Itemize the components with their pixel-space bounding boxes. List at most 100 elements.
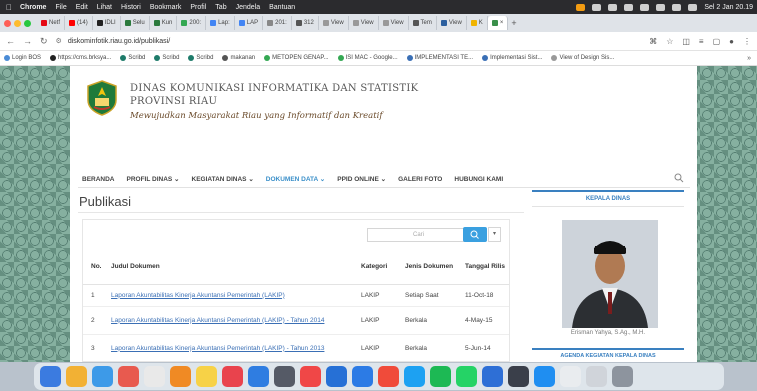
reload-icon[interactable]: ↻ (40, 36, 48, 47)
browser-tab[interactable]: Kun (150, 16, 178, 30)
clock[interactable]: Sel 2 Jan 20.19 (704, 4, 753, 11)
profile-avatar-icon[interactable]: ● (729, 37, 734, 46)
dock-app-icon[interactable] (326, 366, 347, 387)
site-info-icon[interactable]: ⚙ (56, 37, 62, 45)
nav-kegiatan-dinas[interactable]: KEGIATAN DINAS ⌄ (192, 175, 254, 183)
status-icon[interactable] (592, 3, 602, 11)
minimize-window-button[interactable] (14, 19, 21, 27)
status-icon[interactable] (624, 3, 634, 11)
apple-menu-icon[interactable]:  (6, 3, 12, 12)
dock-app-icon[interactable] (196, 366, 217, 387)
chrome-menu-icon[interactable]: ⋮ (743, 37, 751, 46)
bookmark-item[interactable]: Scribd (120, 55, 145, 61)
browser-tab[interactable]: K (467, 16, 488, 30)
table-filter-dropdown[interactable]: ▾ (488, 227, 501, 242)
dock-app-icon[interactable] (40, 366, 61, 387)
browser-tab[interactable]: LAP (235, 16, 264, 30)
dock-app-icon[interactable] (248, 366, 269, 387)
bookmark-item[interactable]: METOPEN GENAP... (264, 55, 329, 61)
menu-help[interactable]: Bantuan (269, 4, 295, 11)
extensions-icon[interactable]: ◫ (682, 37, 690, 46)
browser-tab[interactable]: View (437, 16, 467, 30)
dock-app-icon[interactable] (456, 366, 477, 387)
nav-ppid-online[interactable]: PPID ONLINE ⌄ (337, 175, 386, 183)
url-field[interactable]: diskominfotik.riau.go.id/publikasi/ (68, 38, 170, 45)
browser-tab[interactable]: Lap: (206, 16, 235, 30)
menu-edit[interactable]: Edit (76, 4, 88, 11)
dock-app-icon[interactable] (586, 366, 607, 387)
dock-app-icon[interactable] (118, 366, 139, 387)
dock-app-icon[interactable] (92, 366, 113, 387)
bookmark-item[interactable]: View of Design Sis... (551, 55, 614, 61)
menu-window[interactable]: Jendela (236, 4, 261, 11)
search-icon[interactable] (674, 173, 684, 183)
dock-app-icon[interactable] (352, 366, 373, 387)
reading-list-icon[interactable]: ≡ (699, 37, 704, 46)
menu-history[interactable]: Histori (121, 4, 141, 11)
bookmarks-overflow-button[interactable]: » (747, 55, 751, 62)
status-icon[interactable] (608, 3, 618, 11)
bookmark-item[interactable]: ISI MAC - Google... (337, 55, 398, 61)
dock-app-icon[interactable] (508, 366, 529, 387)
bookmark-item[interactable]: Login BOS (4, 55, 41, 61)
bookmark-item[interactable]: Implementasi Sist... (482, 55, 542, 61)
menu-app-name[interactable]: Chrome (20, 4, 46, 11)
back-arrow-icon[interactable]: ← (6, 36, 15, 46)
new-tab-button[interactable]: + (511, 18, 516, 28)
bookmark-item[interactable]: https://cms.brksya... (50, 55, 111, 61)
bookmark-item[interactable]: makanan (222, 55, 255, 61)
tab-close-icon[interactable]: × (500, 20, 504, 26)
close-window-button[interactable] (4, 19, 11, 27)
dock-app-icon[interactable] (144, 366, 165, 387)
dock-app-icon[interactable] (378, 366, 399, 387)
browser-tab[interactable]: View (379, 16, 409, 30)
col-header-tanggal[interactable]: Tanggal Rilis (461, 250, 509, 285)
browser-tab[interactable]: (14) (65, 16, 93, 30)
menu-file[interactable]: File (55, 4, 66, 11)
col-header-judul[interactable]: Judul Dokumen (107, 250, 357, 285)
browser-tab[interactable]: Tem (409, 16, 437, 30)
browser-tab[interactable]: View (319, 16, 349, 30)
dock-app-icon[interactable] (534, 366, 555, 387)
nav-beranda[interactable]: BERANDA (82, 176, 115, 183)
browser-tab[interactable]: 200: (177, 16, 207, 30)
table-search-input[interactable]: Cari (367, 228, 470, 242)
col-header-no[interactable]: No. (83, 250, 107, 285)
forward-arrow-icon[interactable]: → (23, 36, 32, 46)
bookmark-star-icon[interactable]: ☆ (666, 37, 673, 46)
col-header-jenis[interactable]: Jenis Dokumen (401, 250, 461, 285)
dock-app-icon[interactable] (222, 366, 243, 387)
wifi-icon[interactable] (640, 3, 650, 11)
document-link[interactable]: Laporan Akuntabilitas Kinerja Akuntansi … (111, 292, 285, 299)
dock-app-icon[interactable] (612, 366, 633, 387)
browser-tab[interactable]: 201: (263, 16, 292, 30)
search-icon[interactable] (672, 3, 682, 11)
browser-tab[interactable]: IDLI (93, 16, 121, 30)
control-center-icon[interactable] (688, 3, 698, 11)
dock-app-icon[interactable] (66, 366, 87, 387)
dock-app-icon[interactable] (170, 366, 191, 387)
dock-app-icon[interactable] (430, 366, 451, 387)
dock-app-icon[interactable] (560, 366, 581, 387)
browser-tab[interactable]: Netf (37, 16, 66, 30)
nav-profil-dinas[interactable]: PROFIL DINAS ⌄ (127, 175, 180, 183)
zoom-window-button[interactable] (24, 19, 31, 27)
menu-bookmarks[interactable]: Bookmark (150, 4, 182, 11)
dock-app-icon[interactable] (300, 366, 321, 387)
document-link[interactable]: Laporan Akuntabilitas Kinerja Akuntansi … (111, 317, 324, 324)
nav-galeri-foto[interactable]: GALERI FOTO (398, 176, 442, 183)
active-tab[interactable]: × (487, 16, 509, 30)
document-link[interactable]: Laporan Akuntabilitas Kinerja Akuntansi … (111, 345, 324, 352)
bookmark-item[interactable]: Scribd (188, 55, 213, 61)
battery-icon[interactable] (656, 3, 666, 11)
col-header-kategori[interactable]: Kategori (357, 250, 401, 285)
bookmark-item[interactable]: Scribd (154, 55, 179, 61)
riau-emblem-logo[interactable] (86, 80, 118, 116)
browser-tab[interactable]: View (349, 16, 379, 30)
menu-tab[interactable]: Tab (215, 4, 226, 11)
dock-app-icon[interactable] (404, 366, 425, 387)
status-icon[interactable] (576, 3, 586, 11)
table-search-button[interactable] (463, 227, 487, 242)
side-panel-icon[interactable]: ▢ (713, 37, 721, 46)
menu-view[interactable]: Lihat (97, 4, 112, 11)
